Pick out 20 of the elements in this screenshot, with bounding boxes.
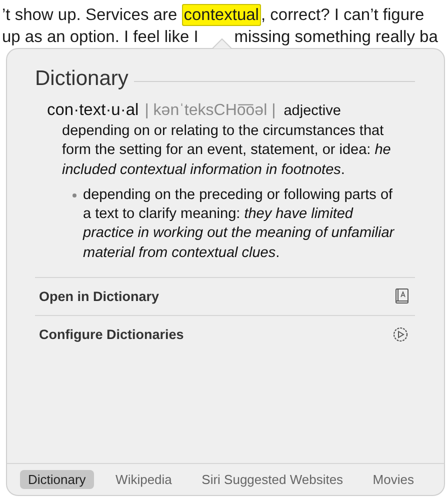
action-link[interactable]: Configure Dictionaries	[39, 327, 184, 342]
part-of-speech: adjective	[284, 103, 341, 119]
book-icon[interactable]	[395, 288, 409, 306]
pronunciation: | kənˈteksCHo͞oəl |	[144, 102, 276, 120]
source-tab[interactable]: Movies	[364, 470, 422, 489]
bullet-icon	[72, 193, 77, 198]
definition-text: depending on the preceding or following parts of a text to clarify meaning: they have limited practice in working out the meaning of unfamiliar material from contextual clues.	[83, 186, 396, 263]
paragraph-text: missing something really ba	[234, 28, 438, 46]
source-tab[interactable]: Siri Suggested Websites	[194, 470, 352, 489]
source-tab[interactable]: Dictionary	[20, 470, 94, 489]
paragraph-text: up as an option. I feel like I	[2, 28, 198, 46]
popover-title: Dictionary	[35, 67, 128, 91]
paragraph-text: ’t show up. Services are	[2, 6, 178, 24]
paragraph-text: , correct? I can’t figure	[260, 6, 424, 24]
highlighted-word: contextual	[182, 4, 261, 26]
definition-text: depending on or relating to the circumstances that form the setting for an event, statement, or idea: he included contextual information in footnotes.	[62, 122, 392, 180]
source-tab[interactable]: Wikipedia	[108, 470, 180, 489]
action-link[interactable]: Open in Dictionary	[39, 289, 160, 304]
headword: con·text·u·al	[47, 101, 139, 120]
gear-icon[interactable]	[392, 326, 409, 344]
